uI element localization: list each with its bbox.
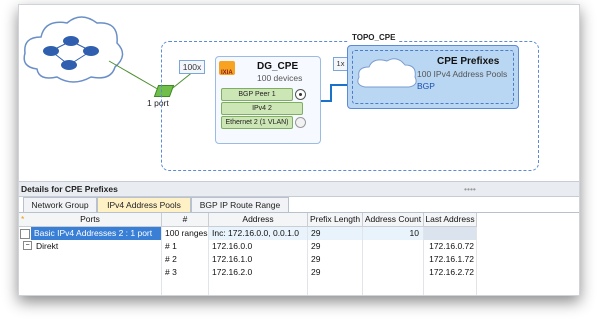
column-divider — [476, 227, 477, 295]
cell-address[interactable]: 172.16.2.0 — [209, 266, 307, 279]
cell-ports[interactable]: Direkt — [33, 240, 161, 253]
stack-ethernet[interactable]: Ethernet 2 (1 VLAN) — [221, 116, 293, 129]
cell-address-count[interactable]: 10 — [363, 227, 423, 240]
network-group-count: 100 IPv4 Address Pools — [417, 69, 508, 79]
tab-ipv4-address-pools[interactable]: IPv4 Address Pools — [97, 197, 191, 212]
collapse-toggle-icon[interactable]: − — [23, 241, 32, 250]
cell-last-address[interactable] — [424, 227, 476, 240]
cell-address[interactable]: 172.16.1.0 — [209, 253, 307, 266]
ethernet-status-icon — [295, 117, 306, 128]
column-header-number[interactable]: # — [162, 213, 209, 227]
cell-address-count[interactable] — [363, 240, 423, 253]
cell-prefix-length[interactable]: 29 — [308, 240, 362, 253]
column-header-prefix-length[interactable]: Prefix Length — [308, 213, 363, 227]
address-pools-grid: * Ports # Address Prefix Length Address … — [19, 212, 579, 295]
cell-number[interactable]: # 2 — [162, 253, 208, 266]
collapse-toggle-icon[interactable] — [20, 229, 30, 239]
column-header-address[interactable]: Address — [209, 213, 308, 227]
details-panel-header: Details for CPE Prefixes •••• — [19, 181, 579, 197]
column-header-ports[interactable]: * Ports — [19, 213, 162, 227]
cell-prefix-length[interactable]: 29 — [308, 253, 362, 266]
details-title: Details for CPE Prefixes — [21, 184, 118, 194]
network-group-name: CPE Prefixes — [437, 56, 500, 67]
tab-network-group[interactable]: Network Group — [23, 197, 97, 212]
cell-address[interactable]: Inc: 172.16.0.0, 0.0.1.0 — [209, 227, 307, 240]
stack-ipv4[interactable]: IPv4 2 — [221, 102, 303, 115]
ixia-logo-icon: IXIA — [219, 61, 249, 77]
cell-address-count[interactable] — [363, 266, 423, 279]
cell-number[interactable]: # 3 — [162, 266, 208, 279]
column-divider — [362, 227, 363, 295]
cell-last-address[interactable]: 172.16.1.72 — [424, 253, 476, 266]
bgp-status-icon — [295, 89, 306, 100]
stack-bgp-peer[interactable]: BGP Peer 1 — [221, 88, 293, 101]
cell-ports[interactable] — [33, 266, 161, 279]
device-group-name: DG_CPE — [257, 61, 299, 72]
topology-title: TOPO_CPE — [349, 33, 399, 42]
column-divider — [161, 227, 162, 295]
cell-address-count[interactable] — [363, 253, 423, 266]
device-group-count: 100 devices — [257, 73, 303, 83]
cell-last-address[interactable]: 172.16.0.72 — [424, 240, 476, 253]
cell-number[interactable]: 100 ranges — [162, 227, 208, 240]
panel-grip-icon[interactable]: •••• — [464, 182, 476, 196]
app-window: 1 port TOPO_CPE 100x IXIA DG_CPE 100 dev… — [18, 4, 580, 296]
cell-address[interactable]: 172.16.0.0 — [209, 240, 307, 253]
cell-prefix-length[interactable]: 29 — [308, 227, 362, 240]
network-group-protocol: BGP — [417, 81, 435, 91]
column-header-address-count[interactable]: Address Count — [363, 213, 424, 227]
column-header-last-address[interactable]: Last Address — [424, 213, 477, 227]
column-divider — [307, 227, 308, 295]
cell-prefix-length[interactable]: 29 — [308, 266, 362, 279]
cell-number[interactable]: # 1 — [162, 240, 208, 253]
cell-last-address[interactable]: 172.16.2.72 — [424, 266, 476, 279]
cell-ports[interactable] — [33, 253, 161, 266]
required-marker-icon: * — [21, 214, 25, 224]
device-group-multiplier[interactable]: 100x — [179, 60, 205, 74]
cell-ports[interactable]: Basic IPv4 Addresses 2 : 1 port — [31, 227, 161, 240]
column-divider — [208, 227, 209, 295]
cloud-icon — [357, 58, 417, 88]
column-divider — [423, 227, 424, 295]
network-group-multiplier[interactable]: 1x — [333, 57, 348, 71]
topology-canvas[interactable]: 1 port TOPO_CPE 100x IXIA DG_CPE 100 dev… — [19, 5, 579, 181]
tab-bgp-ip-route-range[interactable]: BGP IP Route Range — [191, 197, 289, 212]
